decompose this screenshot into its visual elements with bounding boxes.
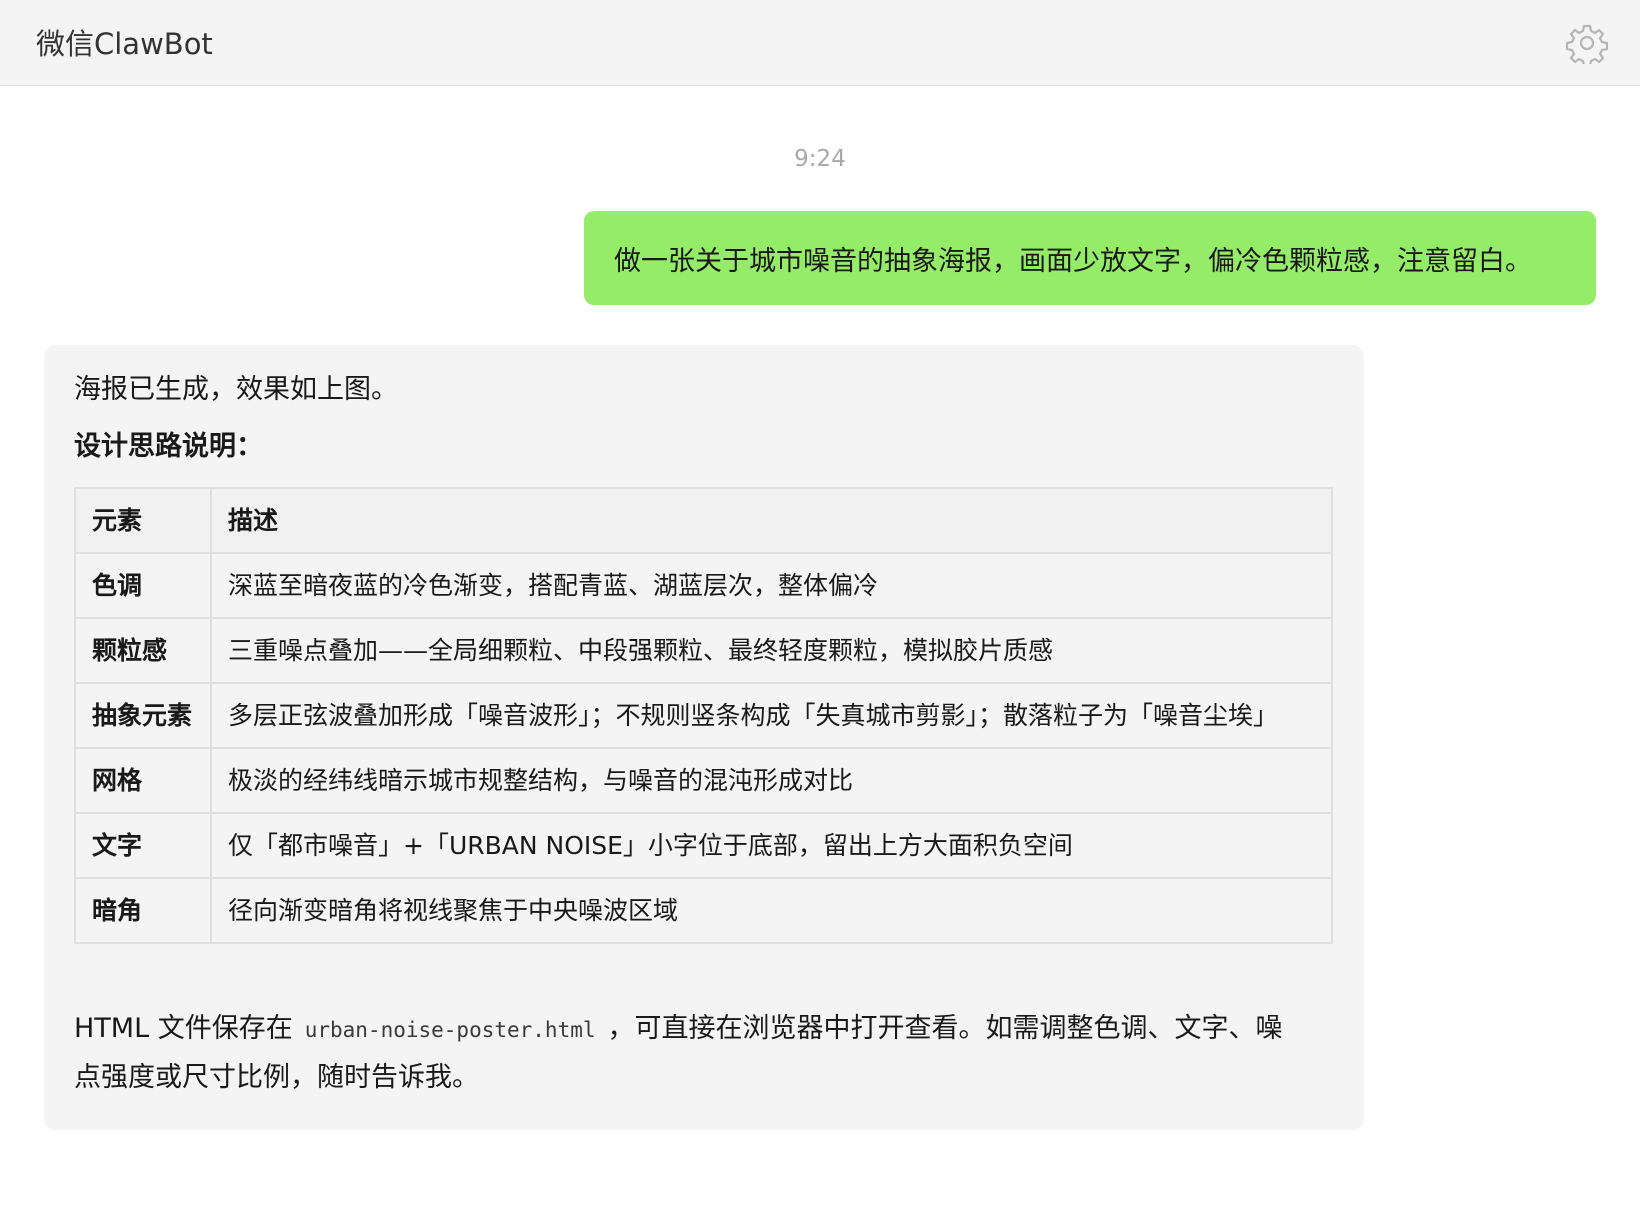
table-cell-description: 极淡的经纬线暗示城市规整结构，与噪音的混沌形成对比 [210,747,1333,814]
file-name-code: urban-noise-poster.html [304,1018,596,1042]
table-header-description: 描述 [210,487,1333,554]
table-row: 色调 深蓝至暗夜蓝的冷色渐变，搭配青蓝、湖蓝层次，整体偏冷 [74,552,1333,619]
table-header-row: 元素 描述 [74,487,1333,554]
table-header-element: 元素 [74,487,212,554]
table-cell-description: 径向渐变暗角将视线聚焦于中央噪波区域 [210,877,1333,944]
bot-outro-text: HTML 文件保存在 urban-noise-poster.html ，可直接在浏览… [74,1005,1304,1101]
table-cell-description: 仅「都市噪音」+「URBAN NOISE」小字位于底部，留出上方大面积负空间 [210,812,1333,879]
user-message-bubble[interactable]: 做一张关于城市噪音的抽象海报，画面少放文字，偏冷色颗粒感，注意留白。 [584,211,1596,305]
bot-message-bubble[interactable]: 海报已生成，效果如上图。 设计思路说明： 元素 描述 色调 深蓝至暗夜蓝的冷色渐… [44,345,1364,1130]
table-row: 网格 极淡的经纬线暗示城市规整结构，与噪音的混沌形成对比 [74,747,1333,814]
chat-title: 微信ClawBot [36,27,213,61]
gear-icon[interactable] [1565,22,1609,68]
table-cell-element: 暗角 [74,877,212,944]
table-cell-description: 多层正弦波叠加形成「噪音波形」；不规则竖条构成「失真城市剪影」；散落粒子为「噪音… [210,682,1333,749]
table-row: 颗粒感 三重噪点叠加——全局细颗粒、中段强颗粒、最终轻度颗粒，模拟胶片质感 [74,617,1333,684]
table-cell-element: 文字 [74,812,212,879]
table-cell-element: 色调 [74,552,212,619]
table-cell-element: 颗粒感 [74,617,212,684]
bot-intro-text: 海报已生成，效果如上图。 [74,374,398,405]
message-timestamp: 9:24 [794,146,846,172]
table-cell-element: 抽象元素 [74,682,212,749]
table-row: 抽象元素 多层正弦波叠加形成「噪音波形」；不规则竖条构成「失真城市剪影」；散落粒… [74,682,1333,749]
top-bar: 微信ClawBot [0,0,1640,86]
design-notes-heading: 设计思路说明： [74,431,263,462]
table-cell-description: 深蓝至暗夜蓝的冷色渐变，搭配青蓝、湖蓝层次，整体偏冷 [210,552,1333,619]
table-cell-description: 三重噪点叠加——全局细颗粒、中段强颗粒、最终轻度颗粒，模拟胶片质感 [210,617,1333,684]
user-message-text: 做一张关于城市噪音的抽象海报，画面少放文字，偏冷色颗粒感，注意留白。 [614,245,1532,277]
table-cell-element: 网格 [74,747,212,814]
table-row: 暗角 径向渐变暗角将视线聚焦于中央噪波区域 [74,877,1333,944]
outro-text-before: HTML 文件保存在 [74,1013,293,1044]
design-table: 元素 描述 色调 深蓝至暗夜蓝的冷色渐变，搭配青蓝、湖蓝层次，整体偏冷 颗粒感 … [74,487,1333,944]
table-row: 文字 仅「都市噪音」+「URBAN NOISE」小字位于底部，留出上方大面积负空… [74,812,1333,879]
